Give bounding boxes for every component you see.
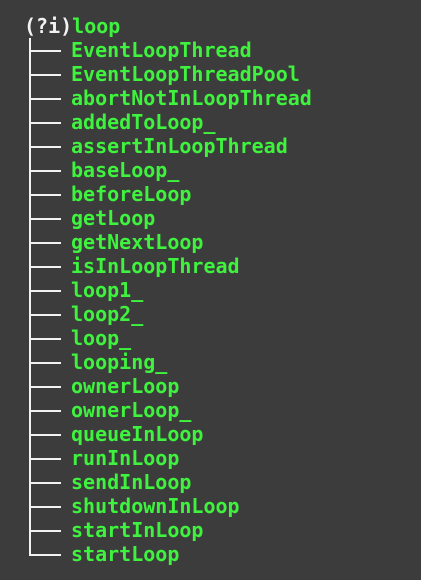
tree-item-label: beforeLoop	[71, 182, 192, 206]
tree-connector	[29, 446, 61, 470]
tree-connector	[29, 494, 61, 518]
tree-connector	[29, 518, 61, 542]
tree-item-label: addedToLoop_	[71, 110, 216, 134]
tree-connector	[29, 254, 61, 278]
tree-item: getLoop	[0, 206, 421, 230]
tree-item: EventLoopThreadPool	[0, 62, 421, 86]
tree-item-label: isInLoopThread	[71, 254, 240, 278]
result-tree: EventLoopThread EventLoopThreadPool abortN…	[0, 38, 421, 566]
tree-item-label: getLoop	[71, 206, 156, 230]
tree-item-label: startInLoop	[71, 518, 204, 542]
tree-connector	[29, 110, 61, 134]
regex-flag-prefix: (?i)	[24, 14, 73, 38]
tree-item-label: ownerLoop	[71, 374, 180, 398]
tree-item-label: loop_	[71, 326, 132, 350]
tree-connector	[29, 62, 61, 86]
tree-connector	[29, 326, 61, 350]
tree-connector	[29, 350, 61, 374]
tree-item: baseLoop_	[0, 158, 421, 182]
tree-connector	[29, 86, 61, 110]
tree-item-label: baseLoop_	[71, 158, 180, 182]
tree-connector	[29, 206, 61, 230]
tree-connector	[29, 230, 61, 254]
tree-item-label: loop2_	[71, 302, 144, 326]
tree-connector	[29, 398, 61, 422]
tree-item-label: abortNotInLoopThread	[71, 86, 312, 110]
tree-connector	[29, 302, 61, 326]
terminal-window: (?i)loop EventLoopThread EventLoopThreadP…	[0, 0, 421, 580]
tree-item-label: ownerLoop_	[71, 398, 192, 422]
tree-item: queueInLoop	[0, 422, 421, 446]
tree-item-label: EventLoopThread	[71, 38, 252, 62]
tree-item: EventLoopThread	[0, 38, 421, 62]
tree-item-label: EventLoopThreadPool	[71, 62, 300, 86]
tree-connector	[29, 182, 61, 206]
tree-item-label: looping_	[71, 350, 168, 374]
tree-item: loop2_	[0, 302, 421, 326]
tree-item-label: queueInLoop	[71, 422, 204, 446]
tree-item: runInLoop	[0, 446, 421, 470]
tree-item-label: sendInLoop	[71, 470, 192, 494]
tree-item: startInLoop	[0, 518, 421, 542]
tree-item: addedToLoop_	[0, 110, 421, 134]
tree-item: ownerLoop	[0, 374, 421, 398]
tree-connector	[29, 422, 61, 446]
tree-item-label: assertInLoopThread	[71, 134, 288, 158]
tree-item: getNextLoop	[0, 230, 421, 254]
tree-item: abortNotInLoopThread	[0, 86, 421, 110]
search-term: loop	[72, 14, 121, 38]
tree-item: assertInLoopThread	[0, 134, 421, 158]
tree-root: (?i)loop	[24, 14, 120, 38]
tree-item: startLoop	[0, 542, 421, 566]
tree-item: ownerLoop_	[0, 398, 421, 422]
tree-item: loop_	[0, 326, 421, 350]
tree-connector	[29, 542, 61, 566]
tree-item: isInLoopThread	[0, 254, 421, 278]
tree-item-label: loop1_	[71, 278, 144, 302]
tree-connector	[29, 38, 61, 62]
tree-connector	[29, 158, 61, 182]
tree-item: sendInLoop	[0, 470, 421, 494]
tree-item-label: shutdownInLoop	[71, 494, 240, 518]
tree-connector	[29, 470, 61, 494]
tree-item-label: getNextLoop	[71, 230, 204, 254]
tree-item: shutdownInLoop	[0, 494, 421, 518]
tree-connector	[29, 374, 61, 398]
tree-connector	[29, 278, 61, 302]
tree-item-label: startLoop	[71, 542, 180, 566]
tree-item-label: runInLoop	[71, 446, 180, 470]
tree-item: loop1_	[0, 278, 421, 302]
tree-connector	[29, 134, 61, 158]
tree-item: looping_	[0, 350, 421, 374]
tree-item: beforeLoop	[0, 182, 421, 206]
